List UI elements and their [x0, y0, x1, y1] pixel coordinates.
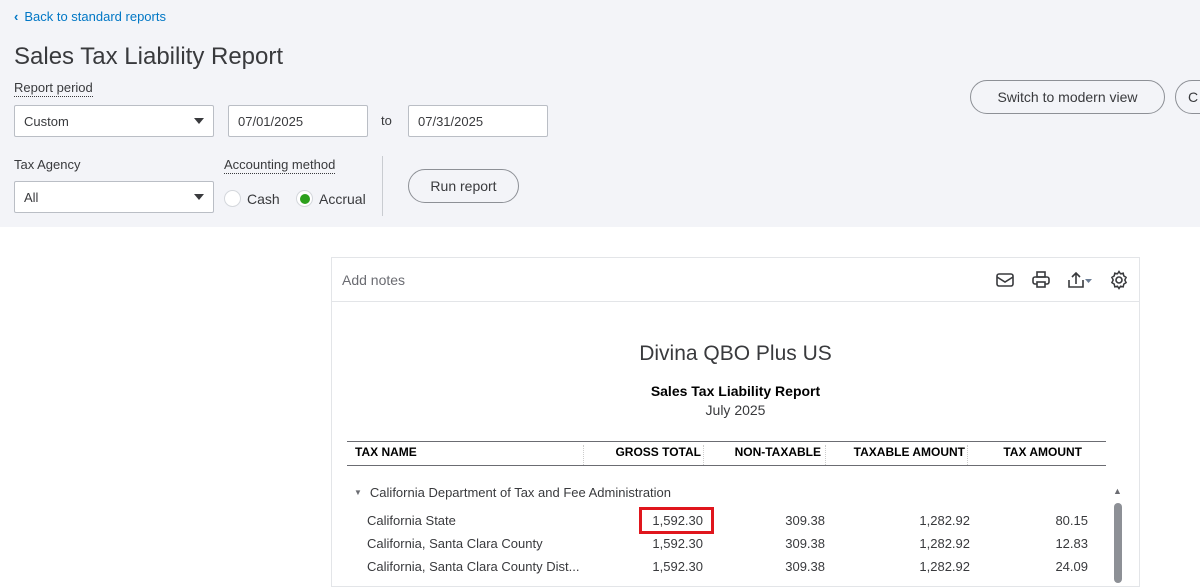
- email-icon[interactable]: [995, 270, 1015, 290]
- print-icon[interactable]: [1031, 270, 1051, 290]
- scroll-up-icon[interactable]: ▲: [1113, 486, 1122, 496]
- group-name: California Department of Tax and Fee Adm…: [369, 485, 672, 500]
- to-label: to: [381, 113, 392, 128]
- export-icon[interactable]: [1067, 270, 1093, 290]
- report-period-value: Custom: [24, 113, 69, 129]
- start-date-input[interactable]: 07/01/2025: [228, 105, 368, 137]
- row-tax-amount[interactable]: 12.83: [967, 536, 1088, 551]
- header-bottom-rule: [347, 465, 1106, 466]
- highlight-box: [639, 507, 714, 534]
- row-taxable-amount[interactable]: 1,282.92: [825, 559, 970, 574]
- collapse-triangle-icon[interactable]: ▼: [354, 488, 362, 497]
- page-title: Sales Tax Liability Report: [14, 43, 284, 70]
- scrollbar-thumb[interactable]: [1114, 503, 1122, 583]
- row-non-taxable[interactable]: 309.38: [703, 559, 825, 574]
- caret-down-icon: [194, 194, 204, 200]
- row-tax-name: California, Santa Clara County: [367, 536, 543, 551]
- report-period-select[interactable]: Custom: [14, 105, 214, 137]
- report-period: July 2025: [705, 402, 766, 418]
- end-date-value: 07/31/2025: [418, 113, 484, 129]
- row-taxable-amount[interactable]: 1,282.92: [825, 536, 970, 551]
- row-gross-total[interactable]: 1,592.30: [583, 536, 703, 551]
- row-tax-amount[interactable]: 24.09: [967, 559, 1088, 574]
- switch-modern-view-button[interactable]: Switch to modern view: [970, 80, 1165, 114]
- row-gross-total[interactable]: 1,592.30: [583, 559, 703, 574]
- cash-radio[interactable]: Cash: [224, 190, 280, 207]
- row-non-taxable[interactable]: 309.38: [703, 513, 825, 528]
- tax-agency-label: Tax Agency: [14, 157, 81, 172]
- column-header-gross-total[interactable]: GROSS TOTAL: [583, 445, 701, 465]
- accrual-label: Accrual: [319, 190, 366, 207]
- chevron-left-icon: ‹: [14, 9, 19, 24]
- run-report-button[interactable]: Run report: [408, 169, 519, 203]
- back-link[interactable]: ‹ Back to standard reports: [14, 9, 166, 24]
- radio-unchecked-icon: [224, 190, 241, 207]
- back-link-label[interactable]: Back to standard reports: [24, 9, 166, 24]
- tax-agency-select[interactable]: All: [14, 181, 214, 213]
- row-tax-name: California State: [367, 513, 456, 528]
- company-name: Divina QBO Plus US: [639, 342, 832, 365]
- radio-checked-icon: [296, 190, 313, 207]
- row-taxable-amount[interactable]: 1,282.92: [825, 513, 970, 528]
- row-tax-amount[interactable]: 80.15: [967, 513, 1088, 528]
- report-name: Sales Tax Liability Report: [650, 383, 821, 399]
- start-date-value: 07/01/2025: [238, 113, 304, 129]
- header-top-rule: [347, 441, 1106, 442]
- end-date-input[interactable]: 07/31/2025: [408, 105, 548, 137]
- column-header-taxable-amount[interactable]: TAXABLE AMOUNT: [825, 445, 965, 465]
- accounting-method-label: Accounting method: [224, 157, 336, 174]
- cash-label: Cash: [247, 190, 280, 207]
- column-header-non-taxable[interactable]: NON-TAXABLE: [703, 445, 821, 465]
- column-header-tax-amount[interactable]: TAX AMOUNT: [967, 445, 1082, 465]
- row-non-taxable[interactable]: 309.38: [703, 536, 825, 551]
- settings-gear-icon[interactable]: [1109, 269, 1129, 290]
- column-header-tax-name[interactable]: TAX NAME: [355, 445, 417, 459]
- accrual-radio[interactable]: Accrual: [296, 190, 366, 207]
- row-tax-name: California, Santa Clara County Dist...: [367, 559, 580, 574]
- caret-down-icon: [194, 118, 204, 124]
- group-row[interactable]: ▼ California Department of Tax and Fee Ad…: [354, 485, 671, 500]
- add-notes-button[interactable]: Add notes: [342, 272, 405, 288]
- tax-agency-value: All: [24, 189, 39, 205]
- report-period-label: Report period: [14, 80, 93, 97]
- divider: [382, 156, 383, 216]
